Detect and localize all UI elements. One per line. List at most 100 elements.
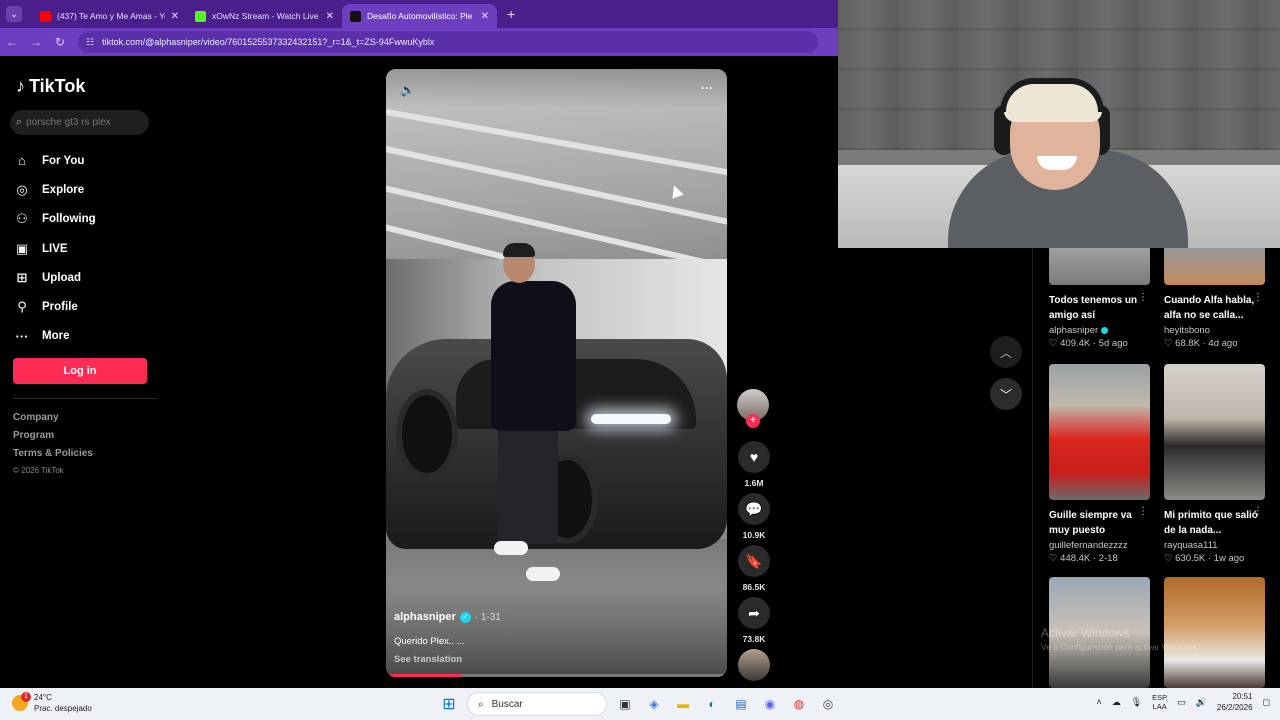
sidebar-item-explore[interactable]: ◎ Explore	[14, 175, 164, 204]
task-view-icon[interactable]: ▣	[614, 693, 636, 715]
forward-arrow-icon[interactable]: →	[24, 35, 48, 49]
site-settings-icon[interactable]: ☷	[86, 37, 94, 48]
bookmark-icon[interactable]: 🔖	[738, 545, 770, 577]
verified-badge-icon: ✓	[459, 611, 471, 623]
home-icon: ⌂	[18, 153, 26, 169]
comment-action[interactable]: 💬 10.9K	[738, 493, 770, 540]
heart-icon[interactable]: ♥	[738, 441, 770, 473]
like-action[interactable]: ♥ 1.6M	[738, 441, 770, 488]
sidebar-item-live[interactable]: ▣ LIVE	[14, 234, 164, 263]
language-region: LAA	[1152, 702, 1167, 711]
browser-tab-tiktok[interactable]: Desafío Automovilístico: Ple ✕	[342, 4, 497, 28]
video-options-icon[interactable]: ···	[701, 81, 713, 95]
video-scene-person-body	[491, 281, 576, 431]
search-icon: ⌕	[478, 698, 484, 710]
search-icon: ⌕	[16, 116, 23, 128]
obs-icon[interactable]: ◎	[817, 693, 839, 715]
card-menu-icon[interactable]: ⋮	[1253, 506, 1263, 517]
close-tab-icon[interactable]: ✕	[171, 11, 179, 22]
back-arrow-icon[interactable]: ←	[0, 35, 24, 49]
see-translation-link[interactable]: See translation	[394, 654, 462, 665]
comment-icon[interactable]: 💬	[738, 493, 770, 525]
related-video-user[interactable]: guillefernandezzzz	[1049, 540, 1150, 551]
search-input[interactable]	[26, 117, 137, 128]
sidebar-item-profile[interactable]: ⚲ Profile	[14, 292, 164, 321]
save-action[interactable]: 🔖 86.5K	[738, 545, 770, 592]
tiktok-logo[interactable]: ♪ TikTok	[16, 76, 85, 97]
clock-date: 26/2/2026	[1216, 703, 1253, 712]
network-icon[interactable]: ☁	[1112, 697, 1121, 708]
follow-plus-icon[interactable]: +	[746, 414, 760, 428]
card-menu-icon[interactable]: ⋮	[1253, 292, 1263, 303]
video-player[interactable]: 🔈 ··· alphasniper ✓ · 1-31 Querido Plex.…	[386, 69, 727, 677]
volume-icon[interactable]: 🔊	[1196, 697, 1207, 708]
sidebar-item-upload[interactable]: ⊞ Upload	[14, 263, 164, 292]
video-scene-wheel	[396, 389, 458, 479]
copilot-icon[interactable]: ◈	[643, 693, 665, 715]
sidebar-item-for-you[interactable]: ⌂ For You	[14, 146, 164, 175]
file-explorer-icon[interactable]: ▬	[672, 693, 694, 715]
like-count: 1.6M	[744, 478, 764, 488]
search-bar[interactable]: ⌕	[10, 110, 149, 135]
related-video-title: Todos tenemos un amigo así	[1049, 295, 1138, 321]
volume-icon[interactable]: 🔈	[400, 83, 415, 97]
tab-title: (437) Te Amo y Me Amas - YouT	[57, 11, 165, 21]
microphone-icon[interactable]: 🎙	[1131, 697, 1142, 708]
taskbar-search[interactable]: ⌕ Buscar	[467, 692, 607, 716]
footer-link-terms[interactable]: Terms & Policies	[13, 448, 93, 466]
footer-link-company[interactable]: Company	[13, 412, 93, 430]
edge-icon[interactable]: ◐	[701, 693, 723, 715]
clock[interactable]: 20:51 26/2/2026	[1217, 691, 1253, 713]
following-icon: ⚇	[16, 211, 28, 227]
chevron-up-icon: ︿	[999, 345, 1012, 360]
browser-tab-youtube[interactable]: (437) Te Amo y Me Amas - YouT ✕	[32, 4, 187, 28]
store-icon[interactable]: ▤	[730, 693, 752, 715]
windows-start-icon[interactable]: ⊞	[438, 693, 460, 715]
verified-badge-icon	[1101, 327, 1109, 334]
related-video-card[interactable]: ⋮ Guille siempre va muy puesto guillefer…	[1049, 364, 1150, 564]
sidebar-item-following[interactable]: ⚇ Following	[14, 205, 164, 234]
share-icon[interactable]: ➦	[738, 597, 770, 629]
card-menu-icon[interactable]: ⋮	[1138, 506, 1148, 517]
profile-icon: ⚲	[17, 299, 27, 315]
sidebar-menu: ⌂ For You ◎ Explore ⚇ Following ▣ LIVE ⊞ Uplo…	[14, 146, 164, 351]
display-icon[interactable]: ▭	[1177, 697, 1186, 708]
related-video-user[interactable]: heyitsbono	[1164, 325, 1265, 336]
video-thumbnail[interactable]	[1164, 364, 1265, 500]
related-video-user[interactable]: rayquasa111	[1164, 540, 1265, 551]
creator-avatar[interactable]: +	[737, 389, 769, 428]
discord-icon[interactable]: ◉	[759, 693, 781, 715]
notifications-icon[interactable]: ◻	[1263, 697, 1270, 708]
next-video-button[interactable]: ﹀	[990, 378, 1022, 410]
tab-search-button[interactable]: ⌄	[6, 6, 22, 22]
address-bar[interactable]: ☷ tiktok.com/@alphasniper/video/76015255…	[78, 31, 818, 53]
chrome-icon[interactable]: ◍	[788, 693, 810, 715]
video-thumbnail[interactable]	[1049, 364, 1150, 500]
card-menu-icon[interactable]: ⋮	[1138, 292, 1148, 303]
music-avatar[interactable]	[738, 649, 770, 681]
close-tab-icon[interactable]: ✕	[481, 11, 489, 22]
youtube-favicon-icon	[40, 10, 51, 22]
username: guillefernandezzzz	[1049, 540, 1128, 551]
close-tab-icon[interactable]: ✕	[326, 11, 334, 22]
language-indicator[interactable]: ESP LAA	[1152, 693, 1167, 711]
weather-widget[interactable]: 1 24°C Prac. despejado	[12, 692, 92, 714]
share-action[interactable]: ➦ 73.8K	[738, 597, 770, 644]
more-icon: ···	[15, 328, 29, 344]
video-progress-bar[interactable]	[386, 674, 727, 677]
new-tab-plus-icon[interactable]: +	[507, 6, 515, 22]
previous-video-button[interactable]: ︿	[990, 336, 1022, 368]
related-video-card[interactable]: ⋮ Mi primito que salió de la nada... ray…	[1164, 364, 1265, 564]
log-in-button[interactable]: Log in	[13, 358, 147, 384]
video-author[interactable]: alphasniper ✓ · 1-31	[394, 611, 501, 623]
taskbar-apps: ⊞ ⌕ Buscar ▣ ◈ ▬ ◐ ▤ ◉ ◍ ◎	[438, 692, 839, 716]
browser-tab-kick[interactable]: xOwNz Stream - Watch Live on ✕	[187, 4, 342, 28]
footer-link-program[interactable]: Program	[13, 430, 93, 448]
related-video-user[interactable]: alphasniper	[1049, 325, 1150, 336]
sidebar-item-more[interactable]: ··· More	[14, 322, 164, 351]
upload-icon: ⊞	[16, 269, 28, 285]
tray-chevron-up-icon[interactable]: ˄	[1096, 697, 1101, 707]
related-video-meta: ♡ 68.8K · 4d ago	[1164, 338, 1238, 349]
reload-icon[interactable]: ↻	[48, 35, 72, 49]
username: heyitsbono	[1164, 325, 1210, 336]
